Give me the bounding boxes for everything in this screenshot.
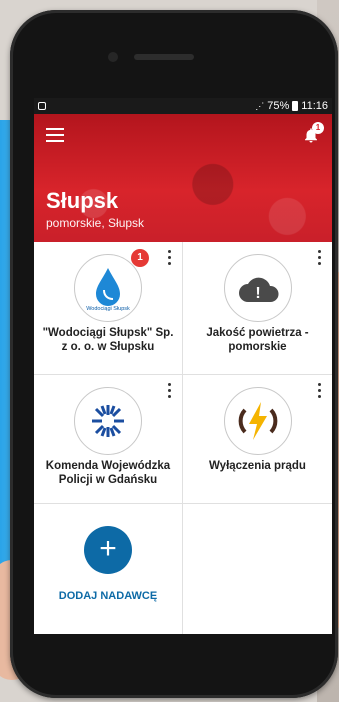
add-sender-label: DODAJ NADAWCĘ bbox=[58, 590, 158, 602]
cloud-alert-icon: ! bbox=[238, 277, 279, 302]
region-subtitle: pomorskie, Słupsk bbox=[46, 216, 145, 230]
kebab-icon bbox=[318, 250, 321, 253]
notification-badge: 1 bbox=[312, 122, 324, 134]
unread-badge: 1 bbox=[131, 249, 149, 267]
app-screen: ⋰ 75% 11:16 1 Słupsk pomorskie, Słupsk W… bbox=[34, 98, 332, 634]
sender-card-wodociagi[interactable]: Wodociągi Słupsk 1 "Wodociągi Słupsk" Sp… bbox=[34, 242, 183, 375]
sender-name: Komenda Wojewódzka Policji w Gdańsku bbox=[45, 460, 171, 486]
sender-card-power-outages[interactable]: Wyłączenia prądu bbox=[183, 375, 332, 504]
more-options-button[interactable] bbox=[168, 383, 172, 399]
battery-icon bbox=[292, 101, 299, 111]
kebab-icon bbox=[168, 383, 171, 386]
more-options-button[interactable] bbox=[318, 250, 322, 266]
sender-logo: Wodociągi Słupsk 1 bbox=[74, 249, 149, 322]
front-camera bbox=[108, 52, 118, 62]
hamburger-icon bbox=[46, 128, 64, 130]
kebab-icon bbox=[168, 250, 171, 253]
plus-icon: + bbox=[99, 532, 117, 565]
svg-text:!: ! bbox=[255, 285, 260, 302]
more-options-button[interactable] bbox=[318, 383, 322, 399]
wifi-icon: ⋰ bbox=[255, 100, 265, 111]
sender-logo bbox=[74, 387, 142, 455]
status-bar: ⋰ 75% 11:16 bbox=[34, 98, 332, 114]
clock: 11:16 bbox=[301, 100, 328, 112]
city-title: Słupsk bbox=[46, 188, 119, 213]
logo-text: Wodociągi Słupsk bbox=[86, 306, 130, 312]
add-sender-card[interactable]: + DODAJ NADAWCĘ bbox=[34, 504, 183, 634]
police-star-icon bbox=[92, 405, 124, 437]
notification-square-icon bbox=[38, 102, 46, 110]
speaker-grille bbox=[134, 54, 194, 60]
sender-name: "Wodociągi Słupsk" Sp. z o. o. w Słupsku bbox=[42, 327, 174, 353]
more-options-button[interactable] bbox=[168, 250, 172, 266]
kebab-icon bbox=[318, 383, 321, 386]
sender-card-police[interactable]: Komenda Wojewódzka Policji w Gdańsku bbox=[34, 375, 183, 504]
add-sender-button[interactable]: + bbox=[84, 526, 132, 574]
sender-logo: ! bbox=[223, 254, 292, 322]
sender-name: Wyłączenia prądu bbox=[209, 460, 306, 472]
phone-body: ⋰ 75% 11:16 1 Słupsk pomorskie, Słupsk W… bbox=[10, 10, 338, 698]
senders-grid: Wodociągi Słupsk 1 "Wodociągi Słupsk" Sp… bbox=[34, 242, 332, 634]
power-bolt-icon bbox=[238, 402, 277, 440]
notifications-button[interactable]: 1 bbox=[302, 122, 324, 144]
sender-name: Jakość powietrza - pomorskie bbox=[206, 327, 309, 353]
empty-grid-cell bbox=[183, 504, 332, 634]
sender-card-air-quality[interactable]: ! Jakość powietrza - pomorskie bbox=[183, 242, 332, 375]
battery-percent: 75% bbox=[267, 100, 290, 112]
sender-logo bbox=[223, 387, 292, 455]
location-header: 1 Słupsk pomorskie, Słupsk bbox=[34, 114, 332, 242]
water-drop-logo-icon: Wodociągi Słupsk bbox=[86, 268, 130, 312]
menu-button[interactable] bbox=[46, 128, 64, 142]
